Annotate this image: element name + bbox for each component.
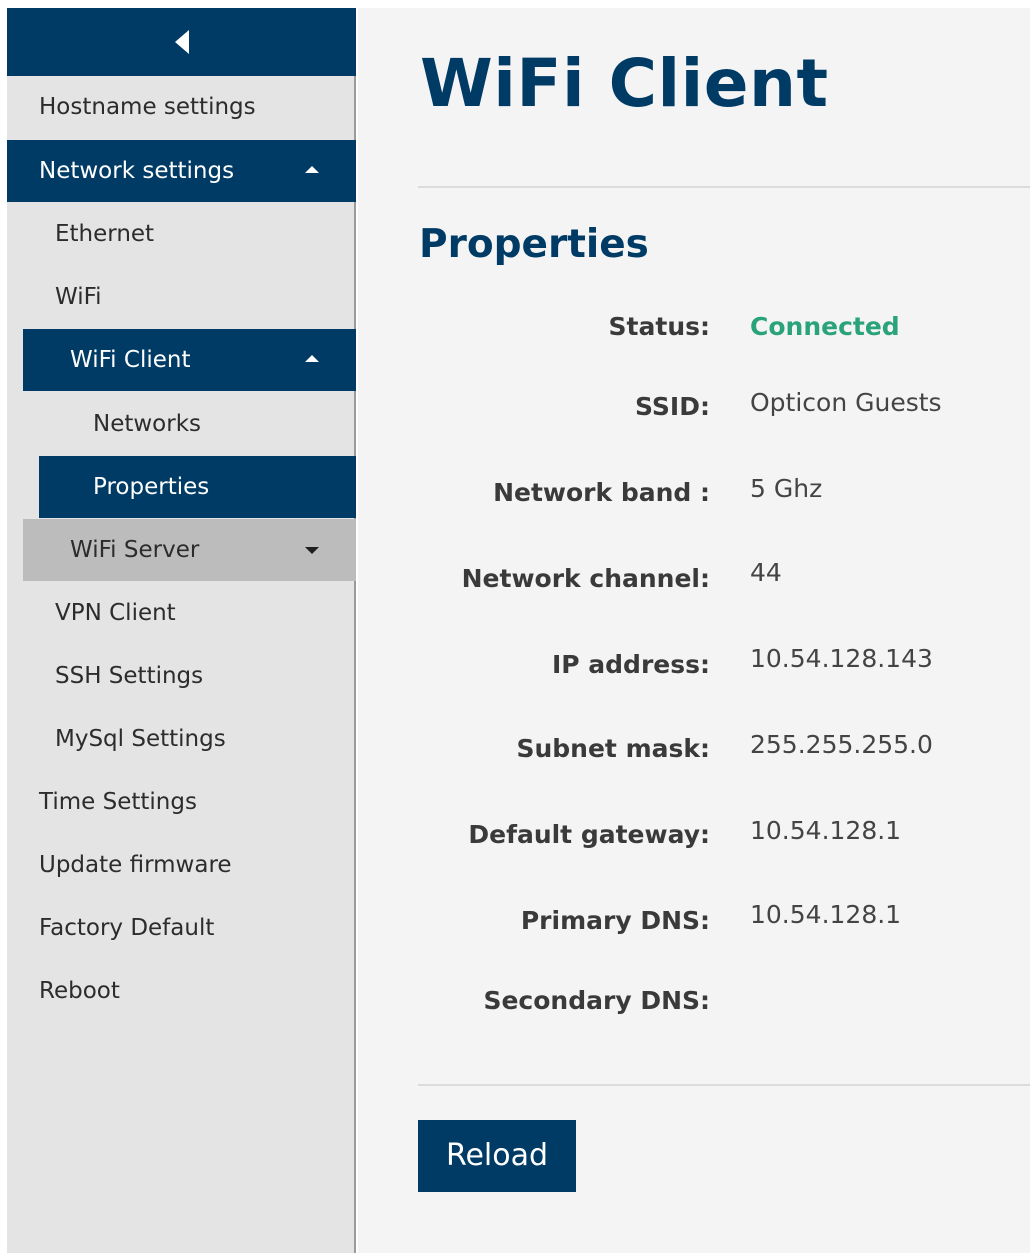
sidebar-item-label: Properties <box>93 474 210 500</box>
network-channel-label: Network channel: <box>461 564 710 593</box>
page-title: WiFi Client <box>420 45 829 122</box>
network-band-value: 5 Ghz <box>750 474 823 503</box>
ssid-label: SSID: <box>635 392 710 421</box>
ip-address-value: 10.54.128.143 <box>750 644 933 673</box>
sidebar-item-ethernet[interactable]: Ethernet <box>7 203 356 265</box>
sidebar-item-vpn-client[interactable]: VPN Client <box>7 582 356 644</box>
section-title: Properties <box>419 222 649 267</box>
sidebar-item-factory-default[interactable]: Factory Default <box>7 897 356 959</box>
main-content: WiFi Client Properties Status: Connected… <box>358 8 1030 1253</box>
sidebar-item-ssh-settings[interactable]: SSH Settings <box>7 645 356 707</box>
sidebar-item-label: SSH Settings <box>55 663 204 689</box>
divider <box>418 186 1030 188</box>
sidebar-item-label: Networks <box>93 411 202 437</box>
secondary-dns-label: Secondary DNS: <box>483 986 710 1015</box>
sidebar-item-wifi-client[interactable]: WiFi Client <box>23 329 356 391</box>
subnet-mask-label: Subnet mask: <box>516 734 710 763</box>
sidebar-item-label: WiFi <box>55 284 102 310</box>
sidebar-item-network-settings[interactable]: Network settings <box>7 140 356 202</box>
ssid-value: Opticon Guests <box>750 388 942 417</box>
sidebar-item-label: Time Settings <box>39 789 197 815</box>
status-label: Status: <box>608 312 710 341</box>
sidebar-collapse-button[interactable] <box>7 8 356 76</box>
ip-address-label: IP address: <box>551 650 710 679</box>
chevron-left-icon <box>175 30 189 54</box>
primary-dns-label: Primary DNS: <box>520 906 710 935</box>
primary-dns-value: 10.54.128.1 <box>750 900 902 929</box>
subnet-mask-value: 255.255.255.0 <box>750 730 933 759</box>
sidebar: Hostname settings Network settings Ether… <box>7 8 356 1253</box>
sidebar-item-mysql-settings[interactable]: MySql Settings <box>7 708 356 770</box>
caret-up-icon <box>305 355 319 362</box>
sidebar-item-label: Factory Default <box>39 915 215 941</box>
sidebar-item-reboot[interactable]: Reboot <box>7 960 356 1022</box>
sidebar-item-label: Network settings <box>39 158 235 184</box>
sidebar-item-label: Reboot <box>39 978 120 1004</box>
sidebar-item-properties[interactable]: Properties <box>39 456 356 518</box>
sidebar-item-label: Hostname settings <box>39 94 256 120</box>
default-gateway-label: Default gateway: <box>468 820 710 849</box>
sidebar-item-label: WiFi Server <box>70 537 200 563</box>
sidebar-item-wifi[interactable]: WiFi <box>7 266 356 328</box>
caret-up-icon <box>305 166 319 173</box>
sidebar-item-label: Ethernet <box>55 221 155 247</box>
sidebar-item-hostname-settings[interactable]: Hostname settings <box>7 76 356 138</box>
sidebar-item-label: MySql Settings <box>55 726 226 752</box>
sidebar-item-wifi-server[interactable]: WiFi Server <box>23 519 356 581</box>
default-gateway-value: 10.54.128.1 <box>750 816 902 845</box>
sidebar-item-networks[interactable]: Networks <box>7 393 356 455</box>
divider <box>418 1084 1030 1086</box>
sidebar-item-label: VPN Client <box>55 600 176 626</box>
network-band-label: Network band : <box>493 478 710 507</box>
sidebar-item-label: Update firmware <box>39 852 232 878</box>
sidebar-item-time-settings[interactable]: Time Settings <box>7 771 356 833</box>
status-value: Connected <box>750 312 900 341</box>
reload-button[interactable]: Reload <box>418 1120 576 1192</box>
sidebar-item-update-firmware[interactable]: Update firmware <box>7 834 356 896</box>
caret-down-icon <box>305 547 319 554</box>
network-channel-value: 44 <box>750 558 782 587</box>
sidebar-item-label: WiFi Client <box>70 347 191 373</box>
